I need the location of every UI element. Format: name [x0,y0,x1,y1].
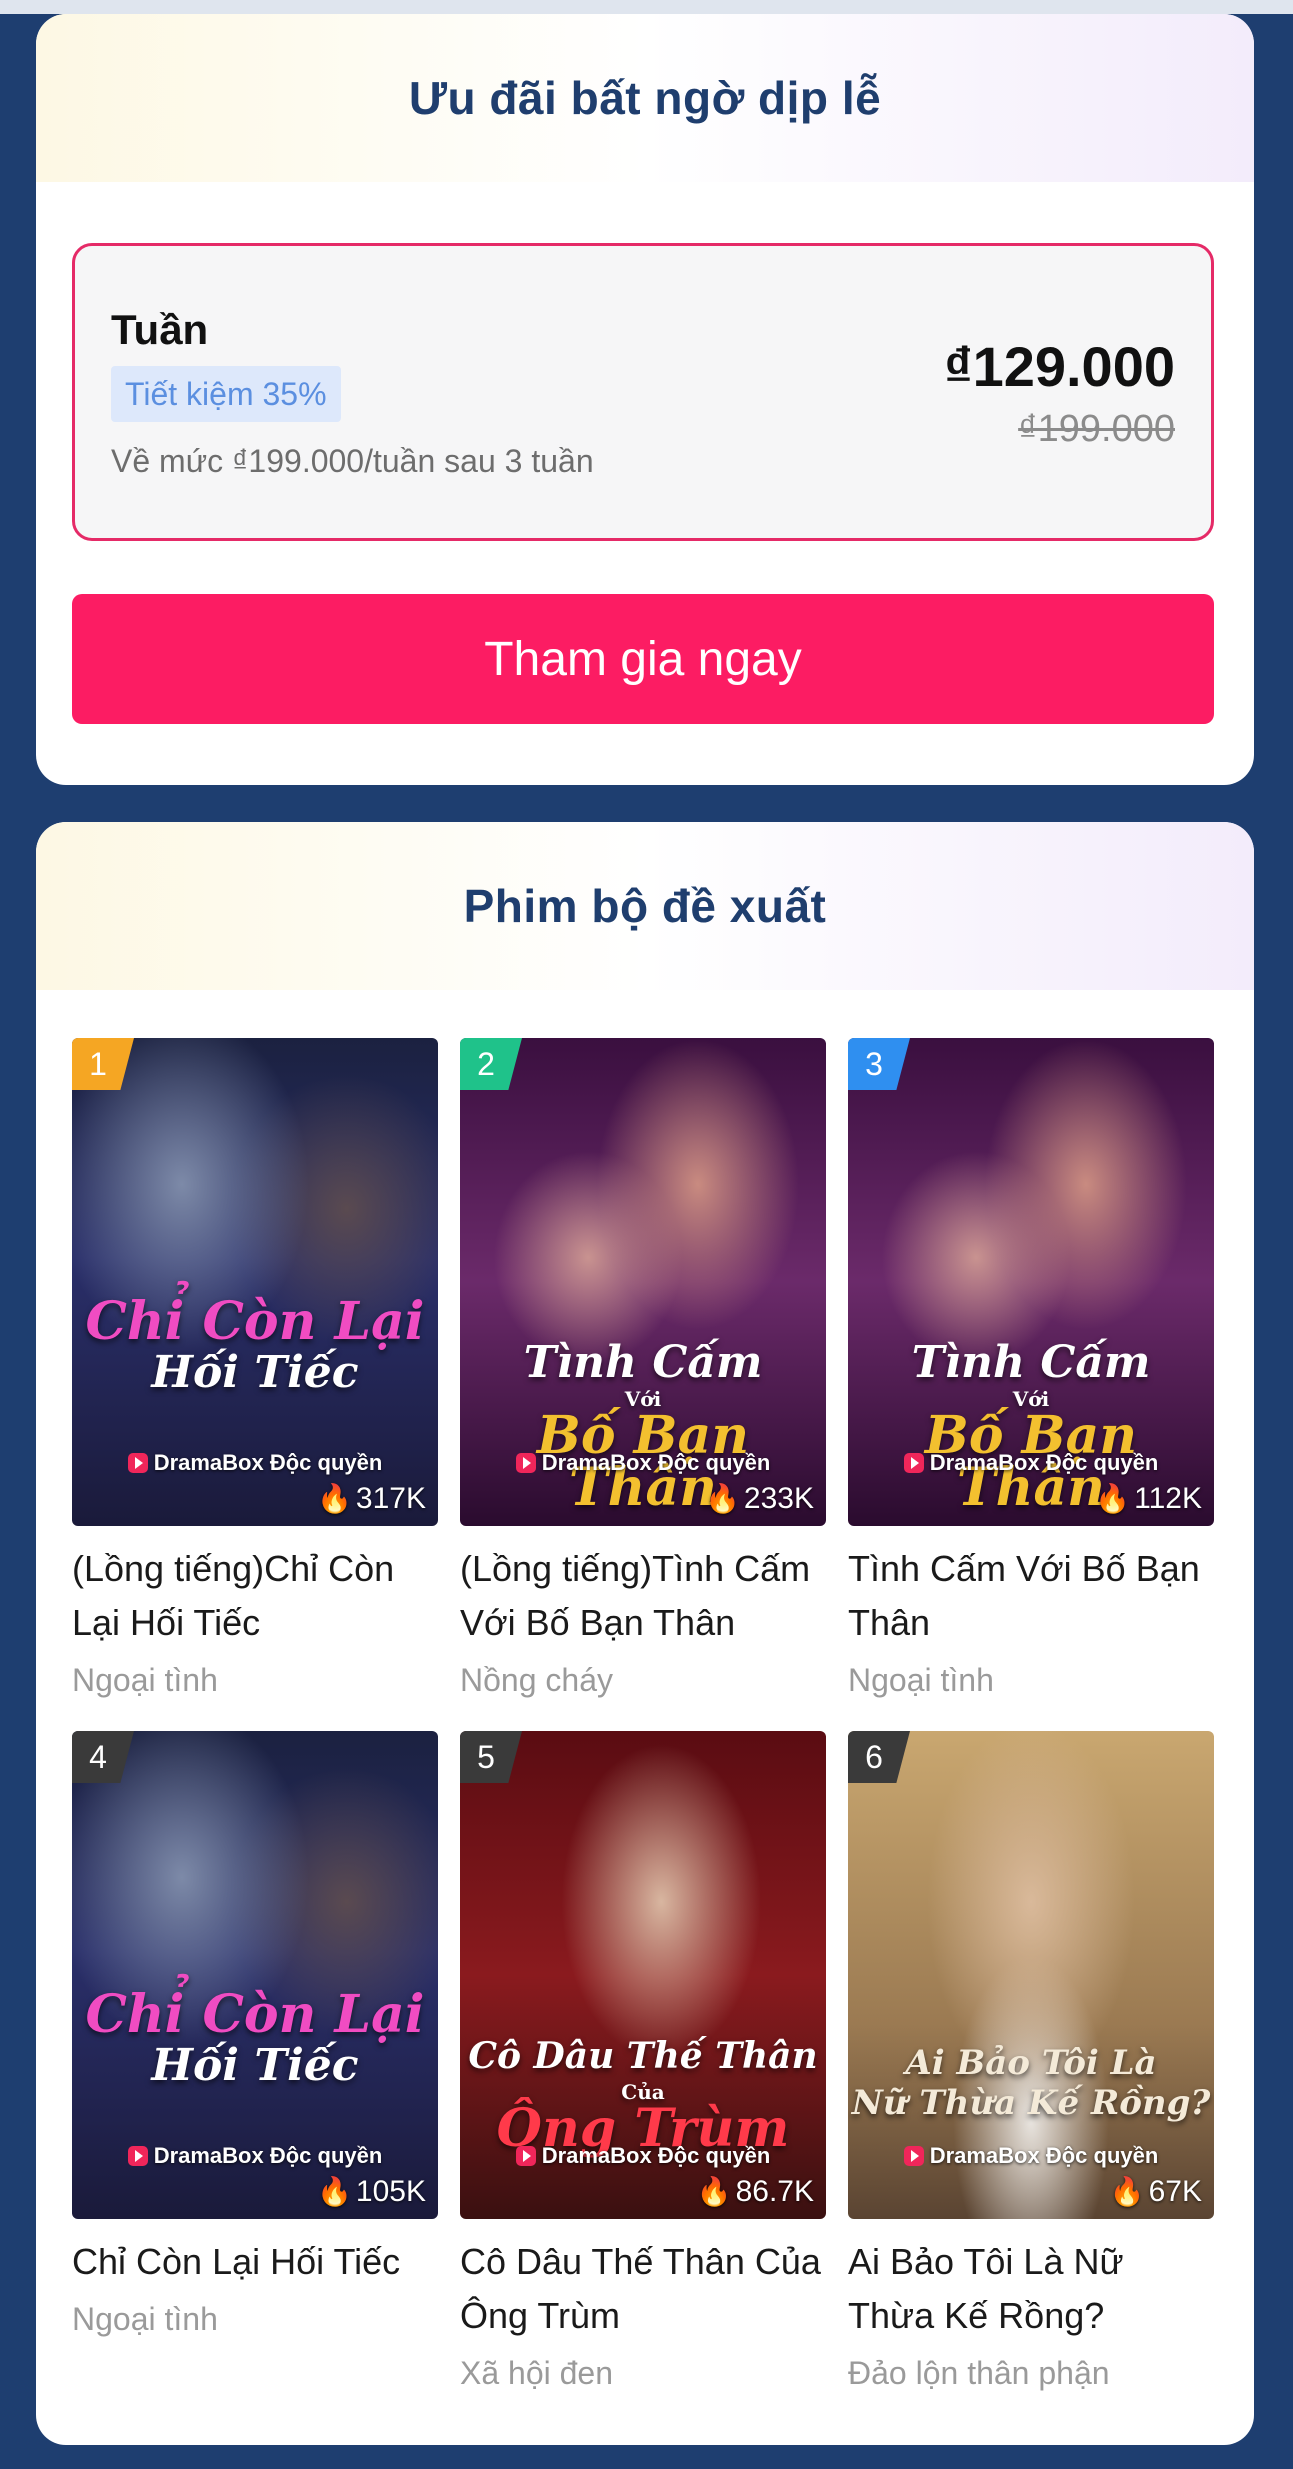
series-poster[interactable]: 6 Ai Bảo Tôi Là Nữ Thừa Kế Rồng? DramaBo… [848,1731,1214,2219]
poster-title-line2: Nữ Thừa Kế Rồng? [851,2083,1211,2123]
rank-badge: 3 [848,1038,910,1090]
play-icon [515,1453,536,1473]
recommend-header: Phim bộ đề xuất [36,822,1254,990]
series-genre: Nồng cháy [460,1662,613,1698]
poster-title-line1: Chỉ Còn Lại [85,1984,425,2045]
series-poster[interactable]: 2 Tình Cấm Với Bố Bạn Thân DramaBox Độc … [460,1038,826,1526]
recommend-title: Phim bộ đề xuất [463,880,827,932]
offer-title: Ưu đãi bất ngờ dịp lễ [408,72,882,124]
series-name[interactable]: (Lồng tiếng)Tình Cấm Với Bố Bạn Thân [460,1542,826,1650]
play-icon [127,2146,148,2166]
brand-label: DramaBox Độc quyền [460,1450,826,1476]
flame-icon: 🔥 [705,1483,740,1514]
play-icon [127,1453,148,1473]
series-genre: Đảo lộn thân phận [848,2355,1110,2391]
poster-title-line1: Ai Bảo Tôi Là [905,2043,1157,2083]
poster-title: Chỉ Còn Lại Hối Tiếc [72,1989,438,2091]
series-name[interactable]: Chỉ Còn Lại Hối Tiếc [72,2235,438,2289]
rank-badge: 5 [460,1731,522,1783]
series-name[interactable]: Cô Dâu Thế Thân Của Ông Trùm [460,2235,826,2343]
view-count: 🔥 317K [317,1482,426,1515]
series-item[interactable]: 4 Chỉ Còn Lại Hối Tiếc DramaBox Độc quyề… [72,1731,438,2338]
brand-label: DramaBox Độc quyền [848,1450,1214,1476]
savings-badge: Tiết kiệm 35% [111,366,341,422]
offer-header: Ưu đãi bất ngờ dịp lễ [36,14,1254,182]
series-poster[interactable]: 1 Chỉ Còn Lại Hối Tiếc DramaBox Độc quyề… [72,1038,438,1526]
poster-title: Cô Dâu Thế Thân Của Ông Trùm [460,2031,826,2155]
poster-title-line2: Hối Tiếc [151,1347,359,1398]
rank-badge: 6 [848,1731,910,1783]
series-name[interactable]: Ai Bảo Tôi Là Nữ Thừa Kế Rồng? [848,2235,1214,2343]
play-icon [903,2146,924,2166]
series-poster[interactable]: 3 Tình Cấm Với Bố Bạn Thân DramaBox Độc … [848,1038,1214,1526]
series-poster[interactable]: 4 Chỉ Còn Lại Hối Tiếc DramaBox Độc quyề… [72,1731,438,2219]
renewal-note: Về mức ₫199.000/tuần sau 3 tuần [111,443,594,479]
poster-title-line1: Tình Cấm [911,1337,1151,1388]
rank-badge: 2 [460,1038,522,1090]
brand-label: DramaBox Độc quyền [460,2143,826,2169]
view-count: 🔥 86.7K [696,2175,814,2208]
view-count: 🔥 105K [317,2175,426,2208]
series-item[interactable]: 6 Ai Bảo Tôi Là Nữ Thừa Kế Rồng? DramaBo… [848,1731,1214,2392]
series-genre: Xã hội đen [460,2355,614,2391]
flame-icon: 🔥 [317,2176,352,2207]
weekly-plan-option[interactable]: Tuần Tiết kiệm 35% Về mức ₫199.000/tuần … [72,243,1214,541]
view-count: 🔥 67K [1109,2175,1202,2208]
series-genre: Ngoại tình [72,1662,218,1698]
view-count: 🔥 233K [705,1482,814,1515]
poster-title-line1: Chỉ Còn Lại [85,1291,425,1352]
flame-icon: 🔥 [1109,2176,1145,2207]
plan-original-price: ₫199.000 [1018,408,1175,450]
series-item[interactable]: 3 Tình Cấm Với Bố Bạn Thân DramaBox Độc … [848,1038,1214,1699]
brand-label: DramaBox Độc quyền [848,2143,1214,2169]
plan-price: ₫129.000 [943,335,1175,398]
series-name[interactable]: (Lồng tiếng)Chỉ Còn Lại Hối Tiếc [72,1542,438,1650]
flame-icon: 🔥 [696,2176,732,2207]
poster-title-line1: Cô Dâu Thế Thân [468,2035,818,2077]
series-name[interactable]: Tình Cấm Với Bố Bạn Thân [848,1542,1214,1650]
top-status-strip [0,0,1293,14]
rank-badge: 1 [72,1038,134,1090]
rank-badge: 4 [72,1731,134,1783]
brand-label: DramaBox Độc quyền [72,1450,438,1476]
series-poster[interactable]: 5 Cô Dâu Thế Thân Của Ông Trùm DramaBox … [460,1731,826,2219]
poster-title-line1: Tình Cấm [523,1337,763,1388]
recommended-series-card: Phim bộ đề xuất 1 Chỉ Còn Lại Hối Tiếc D… [36,822,1254,2445]
series-genre: Ngoại tình [848,1662,994,1698]
play-icon [515,2146,536,2166]
poster-title: Ai Bảo Tôi Là Nữ Thừa Kế Rồng? [848,2043,1214,2123]
flame-icon: 🔥 [317,1483,352,1514]
poster-title: Chỉ Còn Lại Hối Tiếc [72,1296,438,1398]
plan-name: Tuần [111,306,209,353]
view-count: 🔥 112K [1095,1482,1202,1515]
join-now-button[interactable]: Tham gia ngay [72,594,1214,724]
holiday-offer-card: Ưu đãi bất ngờ dịp lễ Tuần Tiết kiệm 35%… [36,14,1254,785]
series-item[interactable]: 5 Cô Dâu Thế Thân Của Ông Trùm DramaBox … [460,1731,826,2392]
series-item[interactable]: 2 Tình Cấm Với Bố Bạn Thân DramaBox Độc … [460,1038,826,1699]
series-item[interactable]: 1 Chỉ Còn Lại Hối Tiếc DramaBox Độc quyề… [72,1038,438,1699]
poster-title-line2: Hối Tiếc [151,2040,359,2091]
brand-label: DramaBox Độc quyền [72,2143,438,2169]
series-genre: Ngoại tình [72,2301,218,2337]
play-icon [903,1453,924,1473]
flame-icon: 🔥 [1095,1483,1131,1514]
